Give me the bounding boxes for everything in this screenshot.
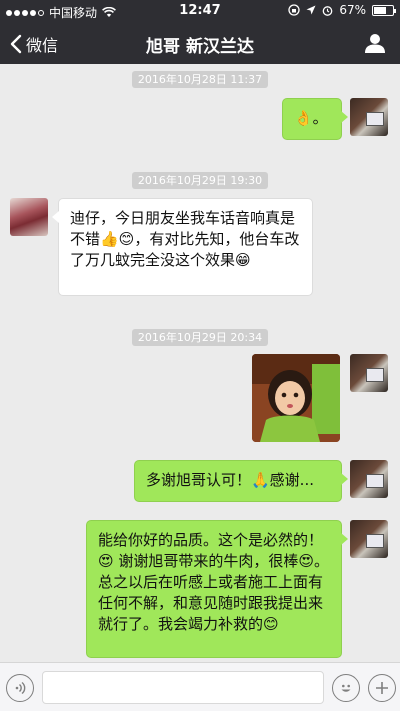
avatar-me[interactable] (350, 98, 388, 136)
avatar-me[interactable] (350, 354, 388, 392)
battery-percent: 67% (339, 3, 366, 17)
timestamp-text: 2016年10月28日 11:37 (131, 71, 269, 88)
more-button[interactable] (368, 674, 396, 702)
person-icon[interactable] (364, 32, 386, 54)
message-bubble-other[interactable]: 迪仔，今日朋友坐我车话音响真是不错👍😊，有对比先知，他台车改了万几蚊完全没这个效… (52, 198, 313, 296)
timestamp: 2016年10月29日 19:30 (0, 169, 400, 189)
alarm-icon (322, 5, 333, 16)
timestamp: 2016年10月29日 20:34 (0, 326, 400, 346)
avatar-me[interactable] (350, 520, 388, 558)
voice-icon (15, 681, 26, 695)
nav-bar: 微信 旭哥 新汉兰达 (0, 22, 400, 64)
message-input[interactable] (42, 671, 324, 704)
status-bar: 中国移动 12:47 67% (0, 0, 400, 22)
rotation-lock-icon (288, 4, 300, 16)
plus-icon (376, 682, 388, 694)
image-message[interactable] (252, 354, 340, 442)
timestamp-text: 2016年10月29日 19:30 (131, 172, 269, 189)
emoji-icon (341, 684, 351, 692)
message-text: 能给你好的品质。这个是必然的！😍 谢谢旭哥带来的牛肉，很棒😍。总之以后在听感上或… (98, 531, 330, 633)
status-right: 67% (288, 3, 396, 17)
child-photo-image (252, 354, 340, 442)
message-text: 多谢旭哥认可！🙏感谢... (146, 471, 314, 489)
chat-title: 旭哥 新汉兰达 (146, 37, 254, 57)
input-bar (0, 662, 400, 711)
timestamp-text: 2016年10月29日 20:34 (131, 329, 269, 346)
battery-icon (372, 4, 396, 16)
timestamp: 2016年10月28日 11:37 (0, 68, 400, 88)
avatar-me[interactable] (350, 460, 388, 498)
voice-button[interactable] (6, 674, 34, 702)
location-icon (306, 5, 316, 15)
message-bubble-me[interactable]: 👌。 (282, 98, 348, 140)
message-bubble-me[interactable]: 能给你好的品质。这个是必然的！😍 谢谢旭哥带来的牛肉，很棒😍。总之以后在听感上或… (86, 520, 348, 658)
emoji-button[interactable] (332, 674, 360, 702)
message-text: 👌。 (294, 109, 328, 127)
message-text: 迪仔，今日朋友坐我车话音响真是不错👍😊，有对比先知，他台车改了万几蚊完全没这个效… (70, 209, 300, 269)
message-bubble-me[interactable]: 多谢旭哥认可！🙏感谢... (134, 460, 348, 502)
avatar-contact[interactable] (10, 198, 48, 236)
message-list[interactable]: 2016年10月28日 11:37 👌。 2016年10月29日 19:30 迪… (0, 64, 400, 662)
